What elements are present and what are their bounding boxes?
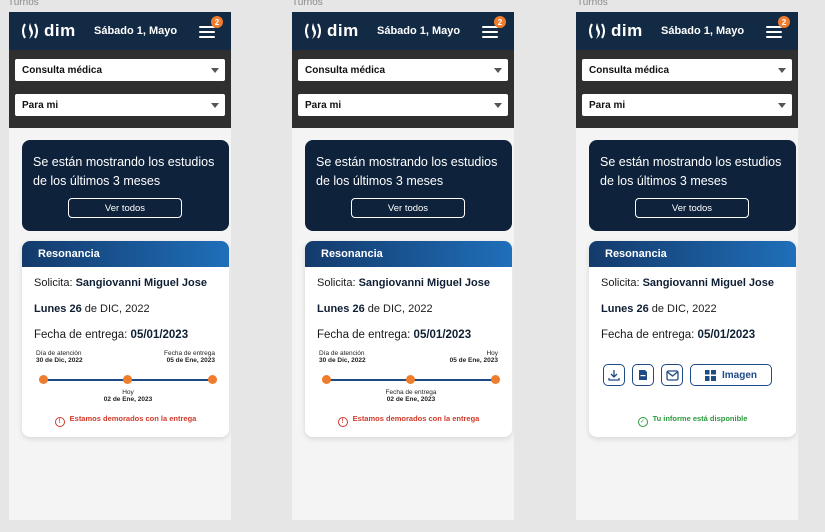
logo-text: dim [327, 21, 359, 40]
chevron-down-icon [778, 103, 786, 108]
patient-select-value: Para mi [589, 99, 626, 111]
timeline-mid: Hoy 02 de Ene, 2023 [103, 389, 153, 403]
logo-text: dim [611, 21, 643, 40]
alert-icon: ! [54, 417, 65, 427]
delivery-line: Fecha de entrega: 05/01/2023 [34, 329, 189, 341]
email-button[interactable] [661, 364, 683, 386]
card-title: Resonancia [589, 241, 796, 267]
notification-badge: 2 [778, 16, 790, 28]
frame-label: Turnos [8, 0, 39, 8]
chevron-down-icon [778, 68, 786, 73]
info-banner: Se están mostrando los estudios de los ú… [305, 140, 512, 231]
chevron-down-icon [211, 103, 219, 108]
patient-select[interactable]: Para mi [582, 94, 792, 116]
check-circle-icon: ✓ [637, 417, 648, 427]
chevron-down-icon [494, 103, 502, 108]
notification-badge: 2 [211, 16, 223, 28]
service-select[interactable]: Consulta médica [15, 59, 225, 81]
timeline-dot [123, 375, 132, 384]
timeline-start: Día de atención 30 de Dic, 2022 [36, 350, 83, 364]
delivery-line: Fecha de entrega: 05/01/2023 [601, 329, 756, 341]
info-banner: Se están mostrando los estudios de los ú… [22, 140, 229, 231]
app-header: dim Sábado 1, Mayo 2 Consulta médica Par… [292, 12, 514, 128]
phone-screen-1: dim Sábado 1, Mayo 2 Consulta médica Par… [9, 12, 231, 520]
patient-select-value: Para mi [305, 99, 342, 111]
app-header: dim Sábado 1, Mayo 2 Consulta médica Par… [576, 12, 798, 128]
top-bar: dim Sábado 1, Mayo 2 [292, 12, 514, 50]
timeline-mid: Fecha de entrega 02 de Ene, 2023 [385, 389, 437, 403]
timeline-end: Fecha de entrega 05 de Ene, 2023 [164, 350, 215, 364]
service-select-value: Consulta médica [589, 64, 670, 76]
timeline-dot [406, 375, 415, 384]
logo-icon [22, 23, 38, 39]
logo-icon [589, 23, 605, 39]
banner-text: Se están mostrando los estudios de los ú… [600, 155, 782, 188]
patient-select-value: Para mi [22, 99, 59, 111]
banner-text: Se están mostrando los estudios de los ú… [316, 155, 498, 188]
appointment-date: Lunes 26 de DIC, 2022 [34, 303, 150, 315]
patient-select[interactable]: Para mi [15, 94, 225, 116]
phone-screen-2: dim Sábado 1, Mayo 2 Consulta médica Par… [292, 12, 514, 520]
phone-screen-3: dim Sábado 1, Mayo 2 Consulta médica Par… [576, 12, 798, 520]
timeline-dot [208, 375, 217, 384]
pdf-icon [639, 370, 647, 380]
delay-warning: ! Estamos demorados con la entrega [305, 414, 512, 427]
appointment-date: Lunes 26 de DIC, 2022 [317, 303, 433, 315]
service-select[interactable]: Consulta médica [298, 59, 508, 81]
study-card[interactable]: Resonancia Solicita: Sangiovanni Miguel … [22, 241, 229, 437]
image-grid-icon [704, 369, 716, 381]
app-header: dim Sábado 1, Mayo 2 Consulta médica Par… [9, 12, 231, 128]
service-select[interactable]: Consulta médica [582, 59, 792, 81]
logo: dim [303, 21, 359, 41]
appointment-date: Lunes 26 de DIC, 2022 [601, 303, 717, 315]
image-button-label: Imagen [721, 369, 757, 381]
info-banner: Se están mostrando los estudios de los ú… [589, 140, 796, 231]
timeline-dot [491, 375, 500, 384]
timeline-dot [39, 375, 48, 384]
card-title: Resonancia [305, 241, 512, 267]
delay-warning: ! Estamos demorados con la entrega [22, 414, 229, 427]
requester-line: Solicita: Sangiovanni Miguel Jose [317, 277, 491, 289]
requester-line: Solicita: Sangiovanni Miguel Jose [601, 277, 775, 289]
top-bar: dim Sábado 1, Mayo 2 [9, 12, 231, 50]
frame-label: Turnos [292, 0, 323, 8]
logo: dim [587, 21, 643, 41]
view-all-button[interactable]: Ver todos [351, 198, 465, 218]
image-button[interactable]: Imagen [690, 364, 772, 386]
service-select-value: Consulta médica [305, 64, 386, 76]
timeline-dot [322, 375, 331, 384]
frame-label: Turnos [577, 0, 608, 8]
study-card[interactable]: Resonancia Solicita: Sangiovanni Miguel … [305, 241, 512, 437]
header-date: Sábado 1, Mayo [377, 25, 461, 37]
chevron-down-icon [494, 68, 502, 73]
header-date: Sábado 1, Mayo [661, 25, 745, 37]
service-select-value: Consulta médica [22, 64, 103, 76]
header-date: Sábado 1, Mayo [94, 25, 178, 37]
report-actions: Imagen [603, 364, 772, 386]
patient-select[interactable]: Para mi [298, 94, 508, 116]
report-ready-status: ✓ Tu informe está disponible [589, 414, 796, 427]
logo-text: dim [44, 21, 76, 40]
view-all-button[interactable]: Ver todos [68, 198, 182, 218]
study-card[interactable]: Resonancia Solicita: Sangiovanni Miguel … [589, 241, 796, 437]
chevron-down-icon [211, 68, 219, 73]
alert-icon: ! [337, 417, 348, 427]
top-bar: dim Sábado 1, Mayo 2 [576, 12, 798, 50]
card-title: Resonancia [22, 241, 229, 267]
timeline-end: Hoy 05 de Ene, 2023 [449, 350, 498, 364]
banner-text: Se están mostrando los estudios de los ú… [33, 155, 215, 188]
download-button[interactable] [603, 364, 625, 386]
delivery-line: Fecha de entrega: 05/01/2023 [317, 329, 472, 341]
logo-icon [305, 23, 321, 39]
requester-line: Solicita: Sangiovanni Miguel Jose [34, 277, 208, 289]
download-icon [608, 370, 620, 381]
timeline-start: Día de atención 30 de Dic, 2022 [319, 350, 366, 364]
email-icon [665, 369, 679, 381]
view-all-button[interactable]: Ver todos [635, 198, 749, 218]
pdf-button[interactable] [632, 364, 654, 386]
logo: dim [20, 21, 76, 41]
notification-badge: 2 [494, 16, 506, 28]
